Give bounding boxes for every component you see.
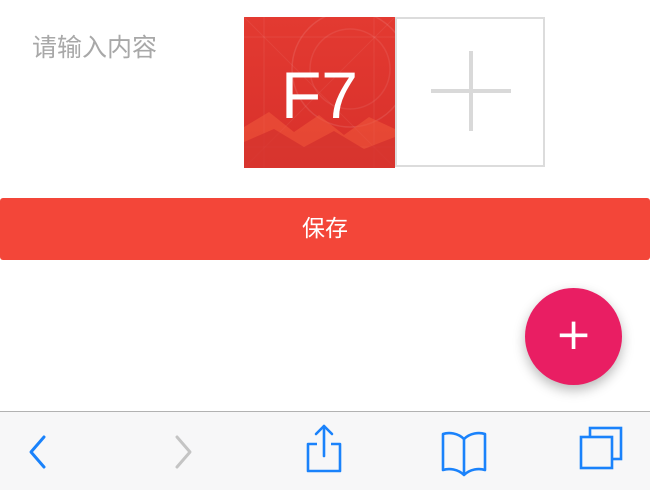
floating-add-button[interactable]: + xyxy=(525,288,622,385)
tabs-icon xyxy=(579,426,623,470)
uploaded-image-thumbnail[interactable]: F7 xyxy=(244,17,395,168)
content-input[interactable]: 请输入内容 xyxy=(32,28,157,64)
bookmarks-button[interactable] xyxy=(438,412,490,490)
forward-icon xyxy=(175,435,192,469)
share-icon xyxy=(306,424,342,473)
add-image-button[interactable] xyxy=(395,17,545,167)
plus-icon: + xyxy=(555,309,592,360)
bookmarks-icon xyxy=(441,431,487,477)
forward-button[interactable] xyxy=(164,412,204,490)
browser-toolbar xyxy=(0,411,650,490)
tabs-button[interactable] xyxy=(576,412,626,490)
share-button[interactable] xyxy=(300,412,348,490)
plus-icon xyxy=(431,51,511,131)
back-icon xyxy=(29,435,46,469)
save-button[interactable]: 保存 xyxy=(0,198,650,260)
thumbnail-logo-text: F7 xyxy=(280,58,359,132)
back-button[interactable] xyxy=(18,412,58,490)
